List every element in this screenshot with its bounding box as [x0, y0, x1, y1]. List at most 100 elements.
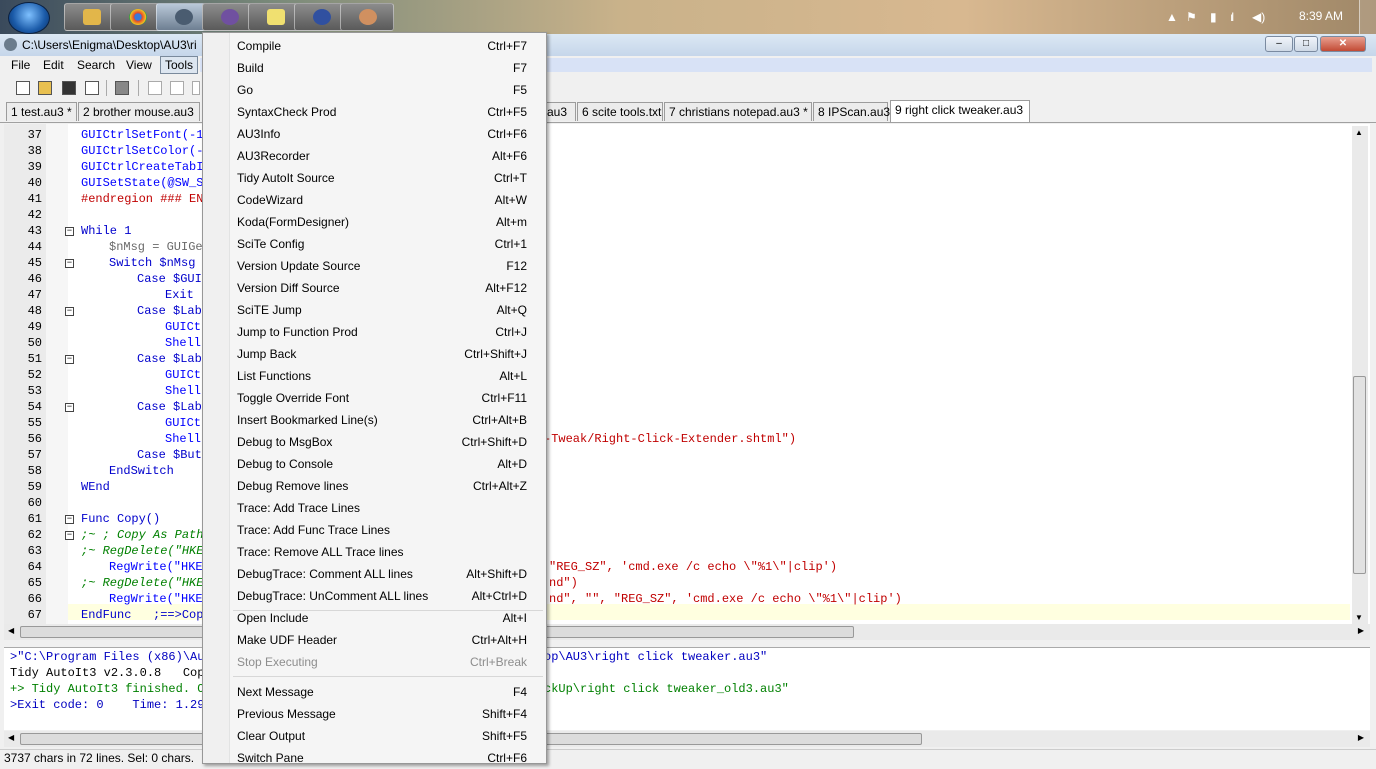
menu-item-label: SciTe Config [237, 237, 305, 251]
tab-right-click-tweaker[interactable]: 9 right click tweaker.au3 [890, 100, 1030, 122]
menu-item-shortcut: Shift+F4 [481, 707, 527, 721]
scroll-left-icon[interactable]: ◀ [8, 626, 14, 635]
battery-icon[interactable]: ▮ [1210, 10, 1217, 24]
menu-item-trace-remove-all-trace-lines[interactable]: Trace: Remove ALL Trace lines [205, 541, 544, 563]
menu-item-go[interactable]: Go F5 [205, 79, 544, 101]
scroll-up-icon[interactable]: ▲ [1355, 128, 1363, 137]
menu-item-koda-formdesigner[interactable]: Koda(FormDesigner) Alt+m [205, 211, 544, 233]
scroll-right-icon[interactable]: ▶ [1358, 733, 1364, 742]
menu-item-tidy-autoit-source[interactable]: Tidy AutoIt Source Ctrl+T [205, 167, 544, 189]
output-line: >"C:\Program Files (x86)\Aut [10, 650, 212, 664]
menu-item-toggle-override-font[interactable]: Toggle Override Font Ctrl+F11 [205, 387, 544, 409]
open-folder-icon[interactable] [38, 81, 52, 95]
scrollbar-thumb[interactable] [1353, 376, 1366, 574]
tab-test[interactable]: 1 test.au3 * [6, 102, 77, 121]
close-button[interactable]: ✕ [1320, 36, 1366, 52]
menu-item-syntaxcheck-prod[interactable]: SyntaxCheck Prod Ctrl+F5 [205, 101, 544, 123]
menu-item-au3info[interactable]: AU3Info Ctrl+F6 [205, 123, 544, 145]
minimize-button[interactable]: ‒ [1265, 36, 1293, 52]
window-title: C:\Users\Enigma\Desktop\AU3\ri [22, 38, 197, 52]
menu-item-shortcut: Ctrl+F11 [481, 391, 527, 405]
menu-item-debugtrace-uncomment-all-lines[interactable]: DebugTrace: UnComment ALL lines Alt+Ctrl+… [205, 585, 544, 607]
taskbar-paint-button[interactable] [340, 3, 394, 31]
menu-item-build[interactable]: Build F7 [205, 57, 544, 79]
menu-item-scite-config[interactable]: SciTe Config Ctrl+1 [205, 233, 544, 255]
menu-item-jump-to-function-prod[interactable]: Jump to Function Prod Ctrl+J [205, 321, 544, 343]
menu-item-version-update-source[interactable]: Version Update Source F12 [205, 255, 544, 277]
menu-item-label: Open Include [237, 611, 309, 625]
menu-item-label: List Functions [237, 369, 312, 383]
menu-item-jump-back[interactable]: Jump Back Ctrl+Shift+J [205, 343, 544, 365]
output-line-overflow: ckUp\right click tweaker_old3.au3" [544, 682, 789, 696]
menu-item-label: SciTE Jump [237, 303, 302, 317]
close-file-icon[interactable] [85, 81, 99, 95]
menu-item-next-message[interactable]: Next Message F4 [205, 681, 544, 703]
menu-item-debug-to-msgbox[interactable]: Debug to MsgBox Ctrl+Shift+D [205, 431, 544, 453]
code-line: WEnd [81, 480, 110, 494]
menu-item-stop-executing: Stop Executing Ctrl+Break [205, 651, 544, 673]
menu-item-shortcut: Alt+L [499, 369, 527, 383]
app-icon [221, 9, 239, 25]
tab-ipscan[interactable]: 8 IPScan.au3 [813, 102, 890, 121]
menu-item-switch-pane[interactable]: Switch Pane Ctrl+F6 [205, 747, 544, 769]
fold-toggle-icon[interactable]: − [65, 307, 74, 316]
menu-item-scite-jump[interactable]: SciTE Jump Alt+Q [205, 299, 544, 321]
tab-christians-notepad[interactable]: 7 christians notepad.au3 * [664, 102, 812, 121]
maximize-button[interactable]: □ [1294, 36, 1318, 52]
cut-icon[interactable] [148, 81, 162, 95]
menu-tools[interactable]: Tools [160, 56, 199, 74]
clock[interactable]: 8:39 AM [1299, 9, 1343, 23]
fold-toggle-icon[interactable]: − [65, 259, 74, 268]
menu-item-list-functions[interactable]: List Functions Alt+L [205, 365, 544, 387]
print-icon[interactable] [115, 81, 129, 95]
save-icon[interactable] [62, 81, 76, 95]
menu-item-au3recorder[interactable]: AU3Recorder Alt+F6 [205, 145, 544, 167]
line-number: 52 [27, 368, 42, 382]
paste-icon[interactable] [192, 81, 200, 95]
scroll-left-icon[interactable]: ◀ [8, 733, 14, 742]
chevron-up-icon[interactable]: ▲ [1166, 10, 1178, 24]
fold-margin[interactable] [46, 124, 68, 624]
fold-toggle-icon[interactable]: − [65, 227, 74, 236]
tab-scite-tools[interactable]: 6 scite tools.txt [577, 102, 663, 121]
menu-item-shortcut: Ctrl+1 [494, 237, 527, 251]
menu-item-insert-bookmarked-line-s[interactable]: Insert Bookmarked Line(s) Ctrl+Alt+B [205, 409, 544, 431]
menu-file[interactable]: File [7, 57, 34, 73]
fold-toggle-icon[interactable]: − [65, 531, 74, 540]
scroll-right-icon[interactable]: ▶ [1358, 626, 1364, 635]
line-number: 63 [27, 544, 42, 558]
menu-item-codewizard[interactable]: CodeWizard Alt+W [205, 189, 544, 211]
menu-view[interactable]: View [122, 57, 156, 73]
menu-item-debug-to-console[interactable]: Debug to Console Alt+D [205, 453, 544, 475]
signal-icon[interactable]: ıl [1230, 10, 1234, 24]
fold-toggle-icon[interactable]: − [65, 355, 74, 364]
start-button[interactable] [8, 2, 50, 34]
new-file-icon[interactable] [16, 81, 30, 95]
menu-search[interactable]: Search [73, 57, 119, 73]
scroll-down-icon[interactable]: ▼ [1355, 613, 1363, 622]
flag-icon[interactable]: ⚑ [1186, 10, 1197, 24]
line-number: 37 [27, 128, 42, 142]
menu-item-make-udf-header[interactable]: Make UDF Header Ctrl+Alt+H [205, 629, 544, 651]
copy-icon[interactable] [170, 81, 184, 95]
menu-item-clear-output[interactable]: Clear Output Shift+F5 [205, 725, 544, 747]
menu-item-trace-add-func-trace-lines[interactable]: Trace: Add Func Trace Lines [205, 519, 544, 541]
fold-toggle-icon[interactable]: − [65, 515, 74, 524]
menu-edit[interactable]: Edit [39, 57, 68, 73]
editor-vertical-scrollbar[interactable]: ▲ ▼ [1352, 126, 1368, 624]
menu-item-open-include[interactable]: Open Include Alt+I [205, 607, 544, 629]
code-line: Case $Lab [137, 304, 202, 318]
menu-item-compile[interactable]: Compile Ctrl+F7 [205, 35, 544, 57]
line-number: 67 [27, 608, 42, 622]
volume-icon[interactable]: ◀) [1252, 10, 1265, 24]
scite-icon[interactable] [4, 38, 17, 51]
menu-item-previous-message[interactable]: Previous Message Shift+F4 [205, 703, 544, 725]
show-desktop-button[interactable] [1359, 0, 1376, 34]
menu-item-trace-add-trace-lines[interactable]: Trace: Add Trace Lines [205, 497, 544, 519]
menu-item-debug-remove-lines[interactable]: Debug Remove lines Ctrl+Alt+Z [205, 475, 544, 497]
menu-item-version-diff-source[interactable]: Version Diff Source Alt+F12 [205, 277, 544, 299]
tab-brother-mouse[interactable]: 2 brother mouse.au3 [78, 102, 200, 121]
menu-item-debugtrace-comment-all-lines[interactable]: DebugTrace: Comment ALL lines Alt+Shift+D [205, 563, 544, 585]
menu-item-label: DebugTrace: Comment ALL lines [237, 567, 413, 581]
fold-toggle-icon[interactable]: − [65, 403, 74, 412]
